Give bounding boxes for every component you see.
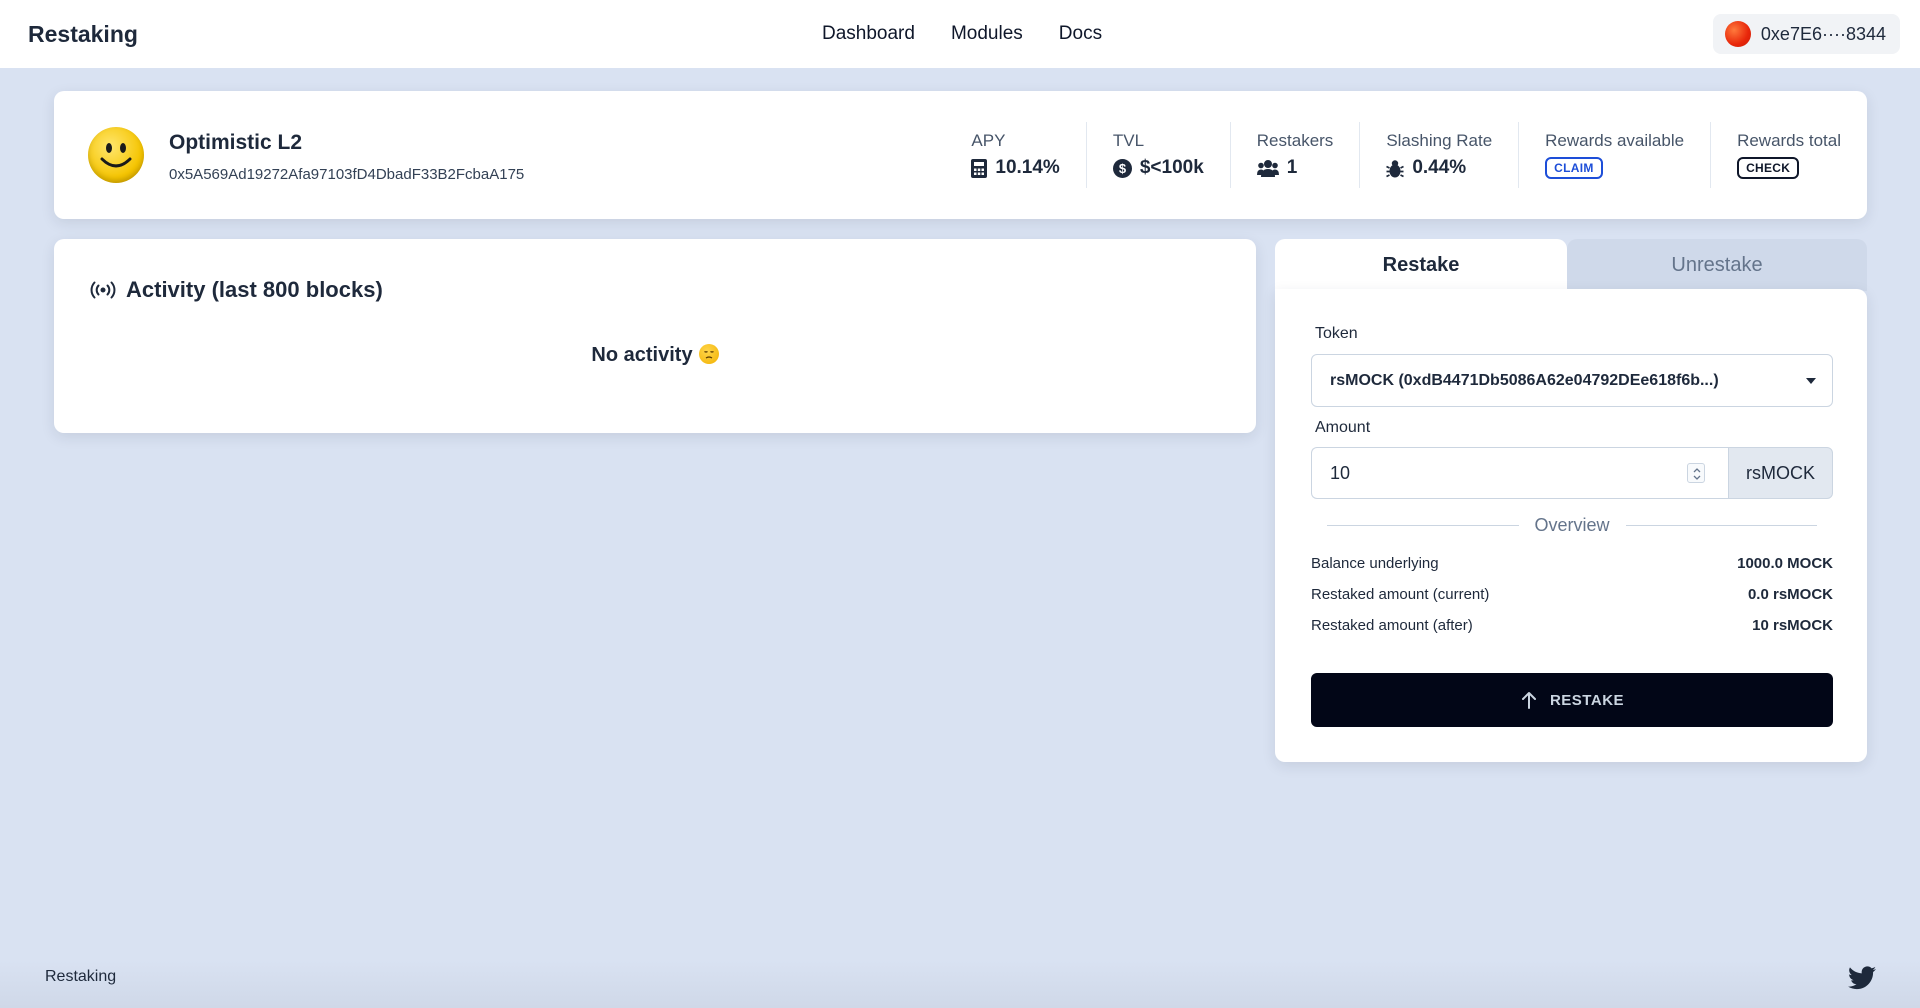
activity-heading: Activity (last 800 blocks) (90, 277, 383, 303)
top-navbar: Restaking Dashboard Modules Docs 0xe7E6·… (0, 0, 1920, 68)
stat-label: Rewards total (1737, 131, 1841, 150)
stat-restakers: Restakers 1 (1229, 122, 1360, 188)
overview-row: Restaked amount (after) 10 rsMOCK (1311, 617, 1833, 634)
empty-state-text: No activity (591, 344, 693, 366)
stat-rewards-available: Rewards available CLAIM (1518, 122, 1710, 188)
brand-logo[interactable]: Restaking (28, 21, 138, 48)
chevron-down-icon (1806, 378, 1816, 384)
amount-input[interactable] (1311, 447, 1728, 499)
restake-button[interactable]: RESTAKE (1311, 673, 1833, 727)
module-stats: APY 10.14% TVL $ $<100k Restakers 1 Slas… (945, 91, 1867, 219)
stat-slashing-rate: Slashing Rate 0.44% (1359, 122, 1518, 188)
token-select[interactable]: rsMOCK (0xdB4471Db5086A62e04792DEe618f6b… (1311, 354, 1833, 407)
overview-row: Restaked amount (current) 0.0 rsMOCK (1311, 586, 1833, 603)
stat-apy: APY 10.14% (945, 122, 1085, 188)
overview-title: Overview (1534, 515, 1610, 535)
overview-row-label: Restaked amount (current) (1311, 586, 1490, 603)
module-address: 0x5A569Ad19272Afa97103fD4DbadF33B2FcbaA1… (169, 166, 525, 183)
stat-label: Rewards available (1545, 131, 1685, 150)
smiley-face-icon (88, 127, 144, 183)
stat-label: APY (971, 131, 1006, 150)
overview-divider: Overview (1327, 515, 1818, 536)
activity-card: Activity (last 800 blocks) No activity (54, 239, 1256, 433)
wallet-address: 0xe7E6····8344 (1760, 23, 1886, 44)
stat-value: 10.14% (995, 157, 1060, 178)
overview-row-label: Balance underlying (1311, 555, 1439, 572)
stat-value: 1 (1286, 157, 1298, 178)
stepper-arrows-icon (1693, 468, 1701, 480)
overview-row: Balance underlying 1000.0 MOCK (1311, 555, 1833, 572)
overview-row-value: 0.0 rsMOCK (1747, 586, 1833, 603)
activity-title: Activity (last 800 blocks) (126, 277, 383, 302)
sad-face-icon (698, 344, 719, 364)
tab-restake[interactable]: Restake (1275, 239, 1567, 291)
stat-label: Restakers (1256, 131, 1334, 150)
wallet-button[interactable]: 0xe7E6····8344 (1712, 14, 1900, 54)
calculator-icon (971, 158, 988, 178)
main-nav: Dashboard Modules Docs (822, 23, 1102, 45)
twitter-icon[interactable] (1848, 966, 1876, 995)
module-summary-card: Optimistic L2 0x5A569Ad19272Afa97103fD4D… (54, 91, 1867, 219)
stat-rewards-total: Rewards total CHECK (1710, 122, 1867, 188)
check-button[interactable]: CHECK (1737, 157, 1800, 179)
overview-row-value: 1000.0 MOCK (1737, 555, 1833, 572)
users-icon (1256, 160, 1279, 177)
tab-unrestake[interactable]: Unrestake (1567, 239, 1867, 291)
stat-label: Slashing Rate (1386, 131, 1493, 150)
stake-tabs: Restake Unrestake (1275, 239, 1867, 291)
footer (0, 960, 1920, 1008)
overview-row-label: Restaked amount (after) (1311, 617, 1473, 634)
stat-tvl: TVL $ $<100k (1085, 122, 1230, 188)
claim-button[interactable]: CLAIM (1545, 157, 1603, 179)
restake-panel: Token rsMOCK (0xdB4471Db5086A62e04792DEe… (1275, 289, 1867, 762)
stat-label: TVL (1112, 131, 1145, 150)
dollar-circle-icon: $ (1112, 158, 1132, 178)
nav-docs[interactable]: Docs (1059, 23, 1102, 45)
wallet-avatar-icon (1724, 21, 1751, 47)
token-select-value: rsMOCK (0xdB4471Db5086A62e04792DEe618f6b… (1330, 371, 1719, 389)
svg-text:$: $ (1119, 161, 1127, 176)
broadcast-icon (90, 281, 116, 299)
bug-icon (1386, 159, 1405, 177)
empty-state: No activity (54, 344, 1256, 367)
footer-brand: Restaking (45, 968, 117, 985)
restake-button-label: RESTAKE (1549, 691, 1625, 709)
stat-value: $<100k (1139, 157, 1204, 178)
nav-dashboard[interactable]: Dashboard (822, 23, 915, 45)
stat-value: 0.44% (1412, 157, 1467, 178)
arrow-up-icon (1521, 692, 1536, 709)
nav-modules[interactable]: Modules (951, 23, 1023, 45)
amount-stepper[interactable] (1687, 463, 1705, 483)
amount-unit: rsMOCK (1728, 447, 1833, 499)
module-name: Optimistic L2 (169, 131, 303, 154)
overview-row-value: 10 rsMOCK (1752, 617, 1833, 634)
token-label: Token (1315, 325, 1358, 342)
amount-label: Amount (1315, 419, 1371, 436)
